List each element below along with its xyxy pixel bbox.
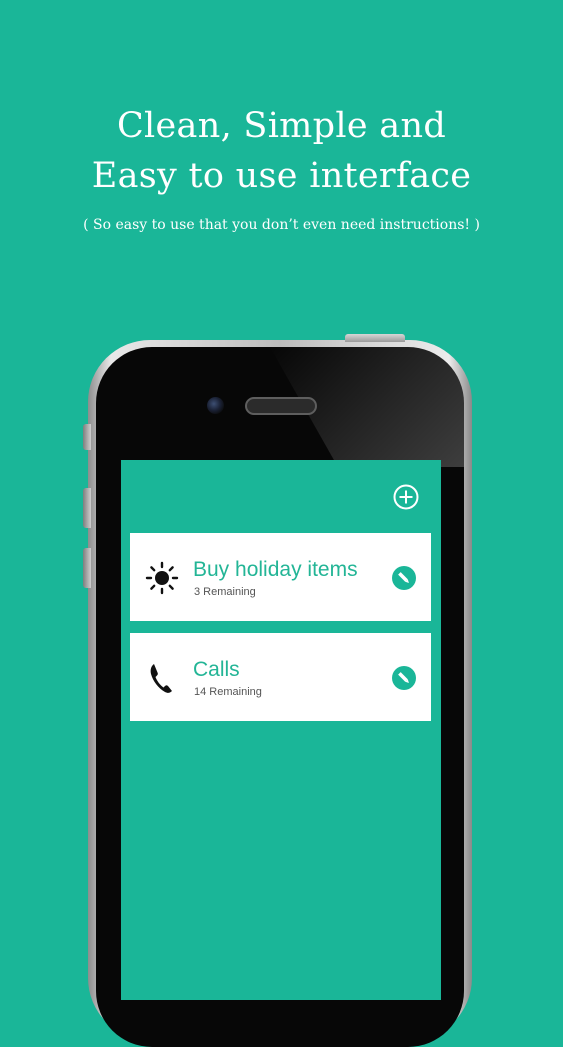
phone-volume-up-button: [83, 488, 91, 528]
add-list-button[interactable]: [393, 484, 419, 510]
phone-power-button: [345, 334, 405, 342]
list-remaining-count: 14 Remaining: [194, 686, 262, 698]
app-screen: Buy holiday items 3 Remaining Calls 14 R…: [121, 460, 441, 1000]
phone-mute-switch: [83, 424, 91, 450]
pencil-icon: [398, 672, 409, 683]
headline-subtitle: ( So easy to use that you don’t even nee…: [83, 217, 480, 233]
plus-circle-icon: [393, 484, 419, 510]
edit-list-button[interactable]: [392, 566, 416, 590]
headline-line-1: Clean, Simple and: [116, 106, 447, 146]
list-card-buy-holiday-items[interactable]: Buy holiday items 3 Remaining: [130, 533, 431, 621]
sun-icon: [145, 561, 179, 595]
front-camera: [207, 397, 224, 414]
headline-line-2: Easy to use interface: [91, 156, 472, 196]
phone-volume-down-button: [83, 548, 91, 588]
earpiece-speaker: [245, 397, 317, 415]
list-title: Calls: [193, 658, 240, 681]
list-remaining-count: 3 Remaining: [194, 586, 256, 598]
phone-icon: [145, 661, 179, 695]
list-title: Buy holiday items: [193, 558, 358, 581]
list-card-calls[interactable]: Calls 14 Remaining: [130, 633, 431, 721]
pencil-icon: [398, 572, 409, 583]
edit-list-button[interactable]: [392, 666, 416, 690]
